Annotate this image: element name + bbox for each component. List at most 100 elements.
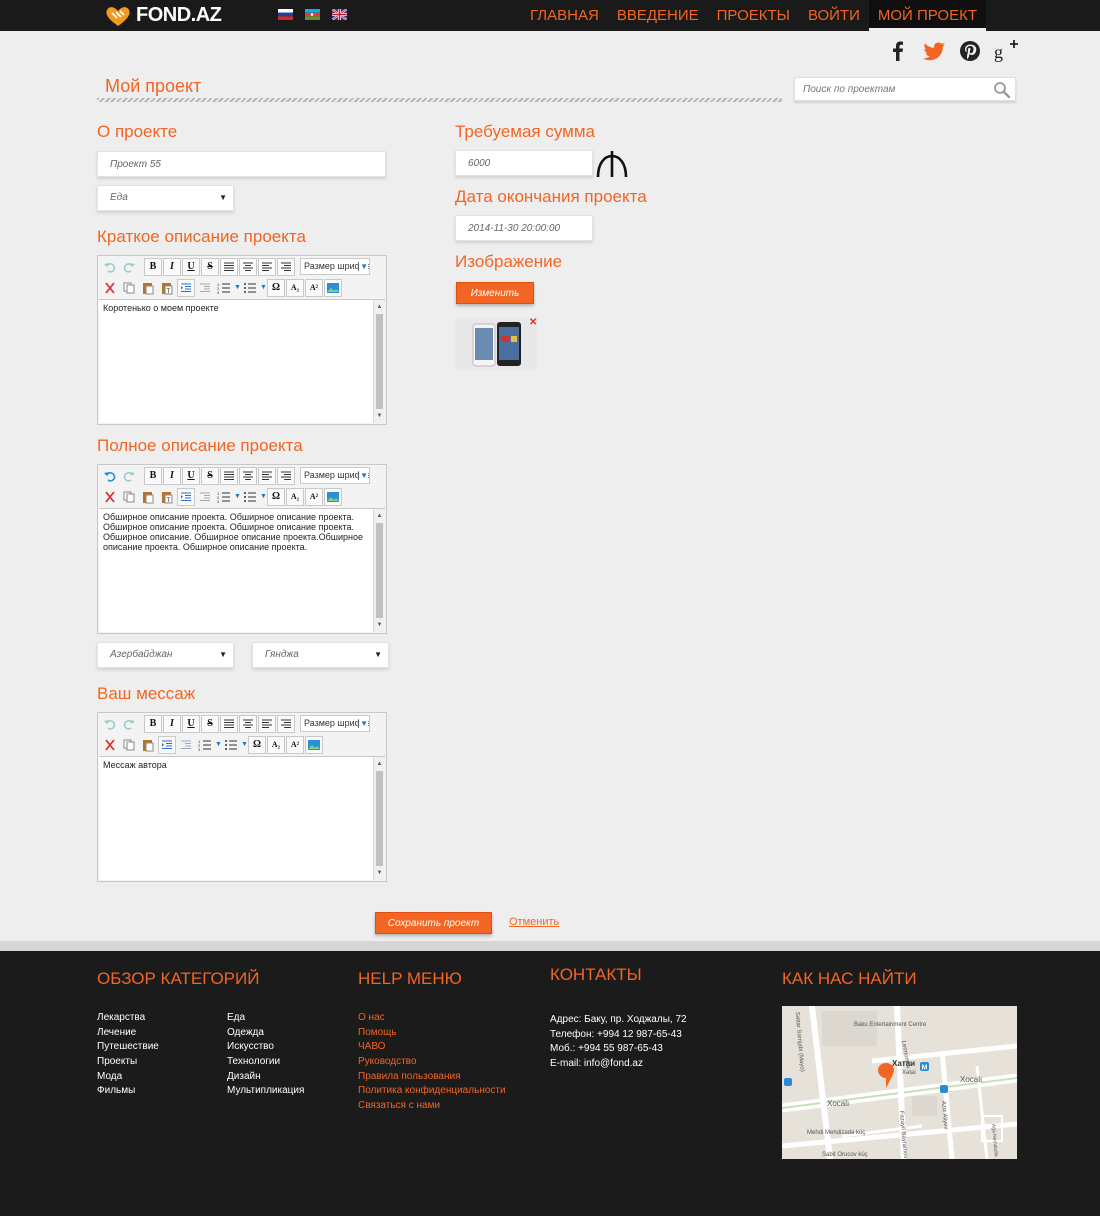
undo-icon[interactable]: [101, 715, 119, 733]
redo-icon[interactable]: [120, 467, 138, 485]
copy-icon[interactable]: [120, 488, 138, 506]
category-link[interactable]: Лечение: [97, 1026, 159, 1041]
flag-azerbaijan-icon[interactable]: [305, 9, 320, 20]
numbered-list-icon[interactable]: 123: [196, 736, 214, 754]
nav-my-project[interactable]: МОЙ ПРОЕКТ: [868, 0, 986, 31]
numbered-list-icon[interactable]: 123: [215, 279, 233, 297]
strikethrough-icon[interactable]: S: [201, 714, 219, 733]
category-link[interactable]: Мультипликация: [227, 1084, 304, 1099]
align-left-icon[interactable]: [258, 466, 276, 485]
scrollbar[interactable]: ▲ ▼: [373, 509, 385, 632]
nav-projects[interactable]: ПРОЕКТЫ: [708, 0, 799, 31]
italic-icon[interactable]: I: [163, 466, 181, 485]
category-link[interactable]: Дизайн: [227, 1070, 304, 1085]
category-link[interactable]: Проекты: [97, 1055, 159, 1070]
paste-icon[interactable]: [139, 488, 157, 506]
bullet-list-icon[interactable]: [241, 488, 259, 506]
omega-icon[interactable]: Ω: [267, 278, 285, 297]
nav-intro[interactable]: ВВЕДЕНИЕ: [608, 0, 708, 31]
indent-icon[interactable]: [177, 487, 195, 506]
location-map[interactable]: Baku Entertainment Centre Хатаи Xətai Xo…: [782, 1006, 1017, 1159]
category-link[interactable]: Одежда: [227, 1026, 304, 1041]
outdent-icon[interactable]: [177, 736, 195, 754]
strikethrough-icon[interactable]: S: [201, 466, 219, 485]
outdent-icon[interactable]: [196, 488, 214, 506]
superscript-icon[interactable]: A²: [305, 487, 323, 506]
category-link[interactable]: Еда: [227, 1011, 304, 1026]
omega-icon[interactable]: Ω: [267, 487, 285, 506]
search-icon[interactable]: [993, 81, 1011, 99]
help-link[interactable]: О нас: [358, 1011, 506, 1026]
save-project-button[interactable]: Сохранить проект: [375, 912, 492, 934]
facebook-icon[interactable]: [886, 39, 910, 63]
align-right-icon[interactable]: [277, 714, 295, 733]
subscript-icon[interactable]: A₂: [267, 735, 285, 754]
remove-image-icon[interactable]: ✕: [529, 318, 537, 328]
dropdown-arrow-icon[interactable]: ▼: [234, 493, 241, 500]
contact-email[interactable]: E-mail: info@fond.az: [550, 1057, 687, 1072]
help-link[interactable]: Правила пользования: [358, 1070, 506, 1085]
message-textarea[interactable]: Мессаж автора ▲ ▼: [99, 756, 385, 880]
redo-icon[interactable]: [120, 715, 138, 733]
help-link[interactable]: Помощь: [358, 1026, 506, 1041]
nav-home[interactable]: ГЛАВНАЯ: [521, 0, 608, 31]
cancel-link[interactable]: Отменить: [509, 916, 559, 928]
superscript-icon[interactable]: A²: [305, 278, 323, 297]
category-link[interactable]: Искусство: [227, 1040, 304, 1055]
category-select[interactable]: Еда ▼: [97, 185, 234, 211]
paste-text-icon[interactable]: T: [158, 279, 176, 297]
align-justify-icon[interactable]: [220, 257, 238, 276]
category-link[interactable]: Лекарства: [97, 1011, 159, 1026]
country-select[interactable]: Азербайджан ▼: [97, 642, 234, 668]
scrollbar[interactable]: ▲ ▼: [373, 757, 385, 880]
subscript-icon[interactable]: A₂: [286, 487, 304, 506]
align-center-icon[interactable]: [239, 714, 257, 733]
help-link[interactable]: Руководство: [358, 1055, 506, 1070]
font-size-select[interactable]: Размер шрифта ▼: [300, 467, 370, 484]
align-left-icon[interactable]: [258, 714, 276, 733]
align-justify-icon[interactable]: [220, 714, 238, 733]
help-link[interactable]: ЧАВО: [358, 1040, 506, 1055]
flag-uk-icon[interactable]: [332, 9, 347, 20]
short-description-textarea[interactable]: Коротенько о моем проекте ▲ ▼: [99, 299, 385, 423]
cut-icon[interactable]: [101, 279, 119, 297]
bold-icon[interactable]: B: [144, 466, 162, 485]
dropdown-arrow-icon[interactable]: ▼: [260, 493, 267, 500]
cut-icon[interactable]: [101, 488, 119, 506]
superscript-icon[interactable]: A²: [286, 735, 304, 754]
bullet-list-icon[interactable]: [241, 279, 259, 297]
image-icon[interactable]: [324, 278, 342, 297]
category-link[interactable]: Фильмы: [97, 1084, 159, 1099]
align-right-icon[interactable]: [277, 257, 295, 276]
numbered-list-icon[interactable]: 123: [215, 488, 233, 506]
image-icon[interactable]: [324, 487, 342, 506]
bullet-list-icon[interactable]: [222, 736, 240, 754]
paste-icon[interactable]: [139, 736, 157, 754]
help-link[interactable]: Политика конфиденциальности: [358, 1084, 506, 1099]
copy-icon[interactable]: [120, 736, 138, 754]
category-link[interactable]: Технологии: [227, 1055, 304, 1070]
pinterest-icon[interactable]: [958, 39, 982, 63]
copy-icon[interactable]: [120, 279, 138, 297]
search-input[interactable]: [795, 78, 985, 100]
project-name-input[interactable]: [98, 152, 385, 176]
cut-icon[interactable]: [101, 736, 119, 754]
scrollbar[interactable]: ▲ ▼: [373, 300, 385, 423]
font-size-select[interactable]: Размер шрифта ▼: [300, 258, 370, 275]
font-size-select[interactable]: Размер шрифта ▼: [300, 715, 370, 732]
align-center-icon[interactable]: [239, 466, 257, 485]
image-icon[interactable]: [305, 735, 323, 754]
align-left-icon[interactable]: [258, 257, 276, 276]
outdent-icon[interactable]: [196, 279, 214, 297]
paste-icon[interactable]: [139, 279, 157, 297]
google-plus-icon[interactable]: g: [994, 39, 1018, 63]
help-link[interactable]: Связаться с нами: [358, 1099, 506, 1114]
strikethrough-icon[interactable]: S: [201, 257, 219, 276]
category-link[interactable]: Путешествие: [97, 1040, 159, 1055]
redo-icon[interactable]: [120, 258, 138, 276]
dropdown-arrow-icon[interactable]: ▼: [241, 741, 248, 748]
undo-icon[interactable]: [101, 467, 119, 485]
paste-text-icon[interactable]: T: [158, 488, 176, 506]
omega-icon[interactable]: Ω: [248, 735, 266, 754]
logo[interactable]: FOND.AZ: [104, 4, 222, 27]
